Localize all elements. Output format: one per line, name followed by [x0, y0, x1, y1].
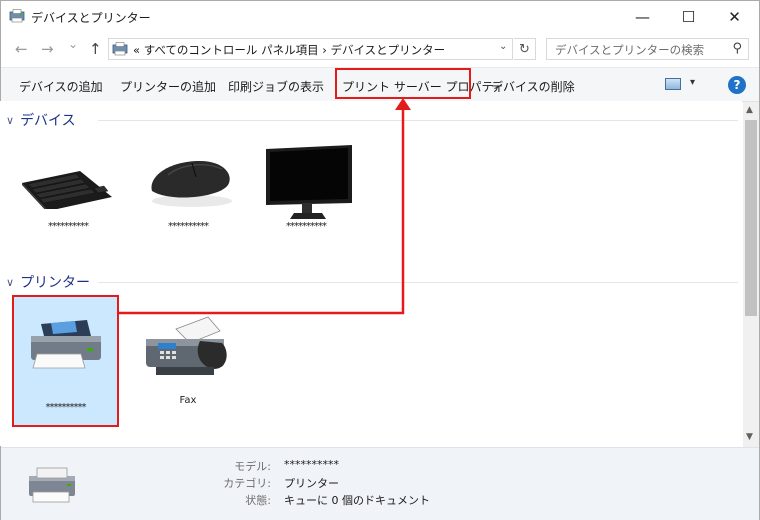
title-bar: デバイスとプリンター — ☐ ✕ [1, 1, 759, 32]
maximize-button[interactable]: ☐ [666, 1, 711, 32]
search-icon: ⚲ [732, 41, 742, 56]
see-print-jobs-button[interactable]: 印刷ジョブの表示 [228, 78, 324, 95]
category-value: プリンター [284, 477, 339, 490]
refresh-icon: ↻ [519, 41, 530, 57]
help-icon: ? [733, 78, 741, 92]
printer-selection-highlight [12, 295, 119, 427]
minimize-button[interactable]: — [620, 1, 665, 32]
category-label: カテゴリ: [223, 477, 271, 490]
collapse-devices-icon: ∨ [6, 113, 15, 127]
server-properties-highlight [335, 68, 471, 99]
up-button[interactable]: ↑ [89, 40, 102, 58]
devices-section-title: デバイス [20, 113, 76, 129]
address-path[interactable]: « すべてのコントロール パネル項目 › デバイスとプリンター [133, 42, 445, 58]
devices-divider [98, 120, 738, 121]
status-label: 状態: [245, 494, 271, 507]
device-item[interactable]: ********** [18, 139, 118, 249]
help-button[interactable]: ? [728, 76, 746, 94]
devices-printers-icon [9, 9, 25, 23]
refresh-button[interactable]: ↻ [514, 38, 536, 60]
details-pane: モデル: ********** カテゴリ: プリンター 状態: キューに 0 個… [1, 447, 759, 520]
change-view-icon[interactable] [665, 78, 681, 90]
printers-section-title: プリンター [20, 275, 91, 291]
monitor-icon [266, 145, 352, 219]
view-dropdown-icon[interactable]: ▾ [690, 77, 695, 88]
status-value: キューに 0 個のドキュメント [284, 494, 430, 507]
fax-icon [146, 316, 227, 375]
devices-section-header[interactable]: ∨ デバイス [6, 110, 76, 130]
collapse-printers-icon: ∨ [6, 275, 15, 289]
maximize-icon: ☐ [681, 7, 696, 26]
model-value: ********** [284, 458, 339, 471]
close-icon: ✕ [728, 7, 741, 26]
control-panel-icon [112, 42, 128, 56]
device-item[interactable]: ********** [138, 139, 238, 249]
device-label: ********** [286, 221, 327, 232]
close-button[interactable]: ✕ [712, 1, 757, 32]
scroll-up-icon[interactable]: ▲ [746, 105, 753, 115]
forward-button[interactable]: → [41, 40, 54, 58]
selected-printer-icon [29, 467, 75, 503]
address-dropdown-icon[interactable]: ⌄ [499, 41, 507, 52]
device-label: ********** [168, 221, 209, 232]
minimize-icon: — [635, 7, 650, 26]
printers-divider [98, 282, 738, 283]
navigation-bar: ← → ⌄ ↑ « すべてのコントロール パネル項目 › デバイスとプリンター … [1, 32, 759, 66]
model-label: モデル: [234, 460, 271, 473]
mouse-icon [151, 161, 232, 207]
fax-item[interactable]: Fax [138, 313, 238, 423]
search-placeholder: デバイスとプリンターの検索 [555, 43, 705, 57]
device-item[interactable]: ********** [256, 139, 356, 249]
fax-label: Fax [179, 395, 197, 406]
back-button[interactable]: ← [15, 40, 28, 58]
scroll-down-icon[interactable]: ▼ [746, 432, 753, 442]
keyboard-icon [22, 171, 112, 213]
search-input[interactable]: デバイスとプリンターの検索 ⚲ [546, 38, 749, 60]
printers-section-header[interactable]: ∨ プリンター [6, 272, 90, 292]
vertical-scrollbar[interactable]: ▲ ▼ [743, 102, 759, 447]
scrollbar-thumb[interactable] [745, 120, 757, 316]
address-bar[interactable]: « すべてのコントロール パネル項目 › デバイスとプリンター [108, 38, 513, 60]
remove-device-button[interactable]: デバイスの削除 [491, 78, 575, 95]
device-label: ********** [48, 221, 89, 232]
window-title: デバイスとプリンター [31, 11, 151, 25]
add-device-button[interactable]: デバイスの追加 [19, 78, 103, 95]
add-printer-button[interactable]: プリンターの追加 [120, 78, 216, 95]
recent-locations-button[interactable]: ⌄ [68, 37, 78, 51]
